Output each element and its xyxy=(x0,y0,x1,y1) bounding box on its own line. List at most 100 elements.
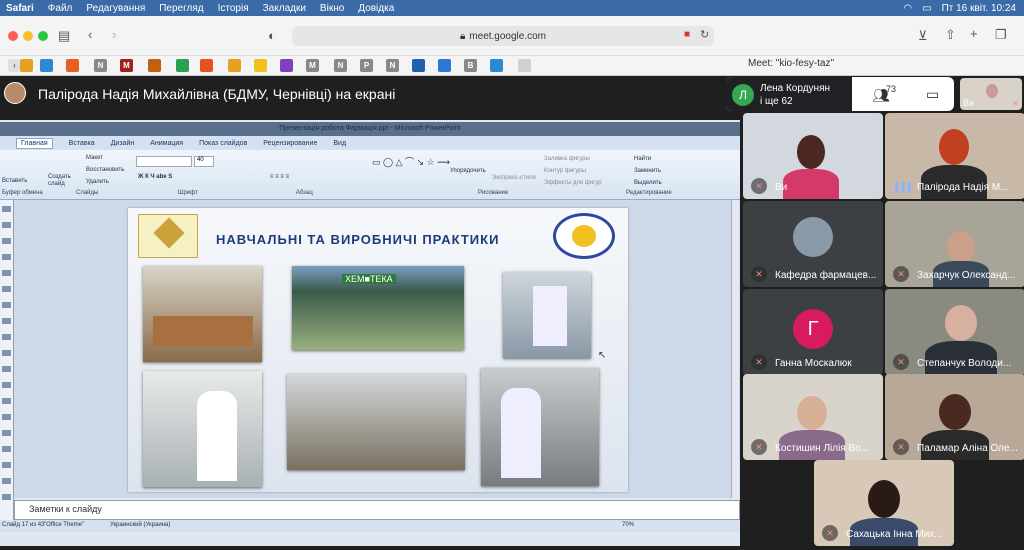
arrange-button[interactable]: Упорядочить xyxy=(450,168,486,174)
fav-item-m2[interactable]: M xyxy=(306,59,319,72)
close-window-button[interactable] xyxy=(8,31,18,41)
slide-thumbnail[interactable] xyxy=(2,318,11,324)
create-slide-button[interactable]: Создать слайд xyxy=(48,174,74,188)
slide-thumbnail[interactable] xyxy=(2,270,11,276)
shapes-gallery[interactable]: ▭ ◯ △ ⌒ ↘ ☆ ⟿ xyxy=(372,155,450,168)
tab-home[interactable]: Главная xyxy=(16,137,53,149)
battery-icon[interactable]: ▭ xyxy=(922,3,931,14)
align-buttons[interactable]: ≡ ≡ ≡ ≡ xyxy=(270,174,289,180)
slide-thumbnail[interactable] xyxy=(2,286,11,292)
participant-tile[interactable]: ▌▌▌ Палірода Надія М... xyxy=(885,113,1024,199)
fav-item-6[interactable] xyxy=(176,59,189,72)
tab-view[interactable]: Вид xyxy=(333,140,346,147)
slide-thumbnail[interactable] xyxy=(2,446,11,452)
new-tab-icon[interactable]: + xyxy=(970,26,978,41)
app-menu[interactable]: Safari xyxy=(6,3,34,14)
fav-item-3[interactable] xyxy=(40,59,53,72)
fav-item-13[interactable] xyxy=(490,59,503,72)
fav-item-9[interactable] xyxy=(254,59,267,72)
slide-thumbnail[interactable] xyxy=(2,334,11,340)
slide-thumbnail[interactable] xyxy=(2,206,11,212)
tab-animation[interactable]: Анимация xyxy=(150,140,183,147)
shape-outline-button[interactable]: Контур фигуры xyxy=(544,168,586,174)
delete-button[interactable]: Удалить xyxy=(86,179,109,185)
menu-view[interactable]: Перегляд xyxy=(159,3,203,14)
find-button[interactable]: Найти xyxy=(634,156,651,162)
slide-thumbnail[interactable] xyxy=(2,462,11,468)
fav-item-p[interactable]: P xyxy=(360,59,373,72)
minimize-window-button[interactable] xyxy=(23,31,33,41)
fav-item-11[interactable] xyxy=(412,59,425,72)
chat-icon[interactable]: ▭ xyxy=(926,86,939,103)
quick-styles-button[interactable]: Экспресс-стили xyxy=(492,175,536,181)
shape-effects-button[interactable]: Эффекты для фигур xyxy=(544,180,602,186)
fav-item-4[interactable] xyxy=(66,59,79,72)
menubar-clock[interactable]: Пт 16 квіт. 10:24 xyxy=(942,3,1016,14)
participant-tile[interactable]: ✕ Паламар Аліна Оле... xyxy=(885,374,1024,460)
slide-thumbnail[interactable] xyxy=(2,350,11,356)
slide-thumbnail[interactable] xyxy=(2,366,11,372)
slide-thumbnail[interactable] xyxy=(2,494,11,500)
font-size-input[interactable]: 40 xyxy=(194,156,214,167)
participant-tile[interactable]: ✕ Ви xyxy=(743,113,883,199)
select-button[interactable]: Выделить xyxy=(634,180,662,186)
slide-thumbnail[interactable] xyxy=(2,238,11,244)
shape-fill-button[interactable]: Заливка фигуры xyxy=(544,156,590,162)
self-preview[interactable]: Ви ✕ xyxy=(960,78,1022,110)
fav-item-n2[interactable]: N xyxy=(334,59,347,72)
slide-thumbnail[interactable] xyxy=(2,478,11,484)
slide-thumbnail[interactable] xyxy=(2,398,11,404)
restore-button[interactable]: Восстановить xyxy=(86,167,124,173)
sidebar-icon[interactable]: ▤ xyxy=(58,28,70,44)
fav-item-8[interactable] xyxy=(228,59,241,72)
slide-thumbnail[interactable] xyxy=(2,414,11,420)
menu-history[interactable]: Історія xyxy=(218,3,249,14)
participant-tile[interactable]: Г ✕ Ганна Москалюк xyxy=(743,289,883,375)
tab-design[interactable]: Дизайн xyxy=(111,140,135,147)
menu-window[interactable]: Вікно xyxy=(320,3,344,14)
slide-thumbnail[interactable] xyxy=(2,222,11,228)
slide-thumbnail[interactable] xyxy=(2,302,11,308)
fav-item-12[interactable] xyxy=(438,59,451,72)
slide-thumbnails[interactable] xyxy=(0,200,14,520)
fav-item-10[interactable] xyxy=(280,59,293,72)
shield-icon[interactable]: ◐ xyxy=(268,28,276,43)
participant-tile[interactable]: ✕ Захарчук Олександ... xyxy=(885,201,1024,287)
reload-icon[interactable]: ↻ xyxy=(700,28,709,41)
tab-review[interactable]: Рецензирование xyxy=(263,140,317,147)
forward-icon[interactable]: › xyxy=(112,27,116,42)
fav-item-7[interactable] xyxy=(200,59,213,72)
tab-slideshow[interactable]: Показ слайдов xyxy=(199,140,247,147)
menu-help[interactable]: Довідка xyxy=(358,3,394,14)
camera-icon[interactable]: ■ xyxy=(684,29,690,40)
fav-item-m1[interactable]: M xyxy=(120,59,133,72)
menu-bookmarks[interactable]: Закладки xyxy=(263,3,306,14)
participant-tile[interactable]: ✕ Степанчук Володи... xyxy=(885,289,1024,375)
layout-button[interactable]: Макет xyxy=(86,155,103,161)
replace-button[interactable]: Заменить xyxy=(634,168,661,174)
fav-item-5[interactable] xyxy=(148,59,161,72)
font-name-input[interactable] xyxy=(136,156,192,167)
slide-notes[interactable]: Заметки к слайду xyxy=(14,500,740,520)
vertical-scrollbar[interactable] xyxy=(731,200,739,498)
fav-item-n3[interactable]: N xyxy=(386,59,399,72)
slide-thumbnail[interactable] xyxy=(2,430,11,436)
menu-file[interactable]: Файл xyxy=(48,3,73,14)
download-icon[interactable]: ⊻ xyxy=(918,28,928,44)
slide-thumbnail[interactable] xyxy=(2,254,11,260)
fav-item-n1[interactable]: N xyxy=(94,59,107,72)
slide-thumbnail[interactable] xyxy=(2,382,11,388)
fav-item-14[interactable] xyxy=(518,59,531,72)
bold-button[interactable]: Ж К Ч abe S xyxy=(138,174,172,180)
tab-insert[interactable]: Вставка xyxy=(69,140,95,147)
zoom-window-button[interactable] xyxy=(38,31,48,41)
address-bar[interactable]: 🔒︎ meet.google.com xyxy=(292,26,714,46)
tab-title[interactable]: Meet: "kio-fesy-taz" xyxy=(748,58,834,69)
participant-tile[interactable]: ✕ Кафедра фармацев... xyxy=(743,201,883,287)
participant-tile[interactable]: ✕ Костишин Лілія Во... xyxy=(743,374,883,460)
menu-edit[interactable]: Редагування xyxy=(86,3,145,14)
wifi-icon[interactable]: ◠ xyxy=(903,3,912,14)
share-icon[interactable]: ⇧ xyxy=(945,27,956,43)
back-icon[interactable]: ‹ xyxy=(88,27,92,42)
participant-tile[interactable]: ✕ Сахацька Інна Мих... xyxy=(814,460,954,546)
